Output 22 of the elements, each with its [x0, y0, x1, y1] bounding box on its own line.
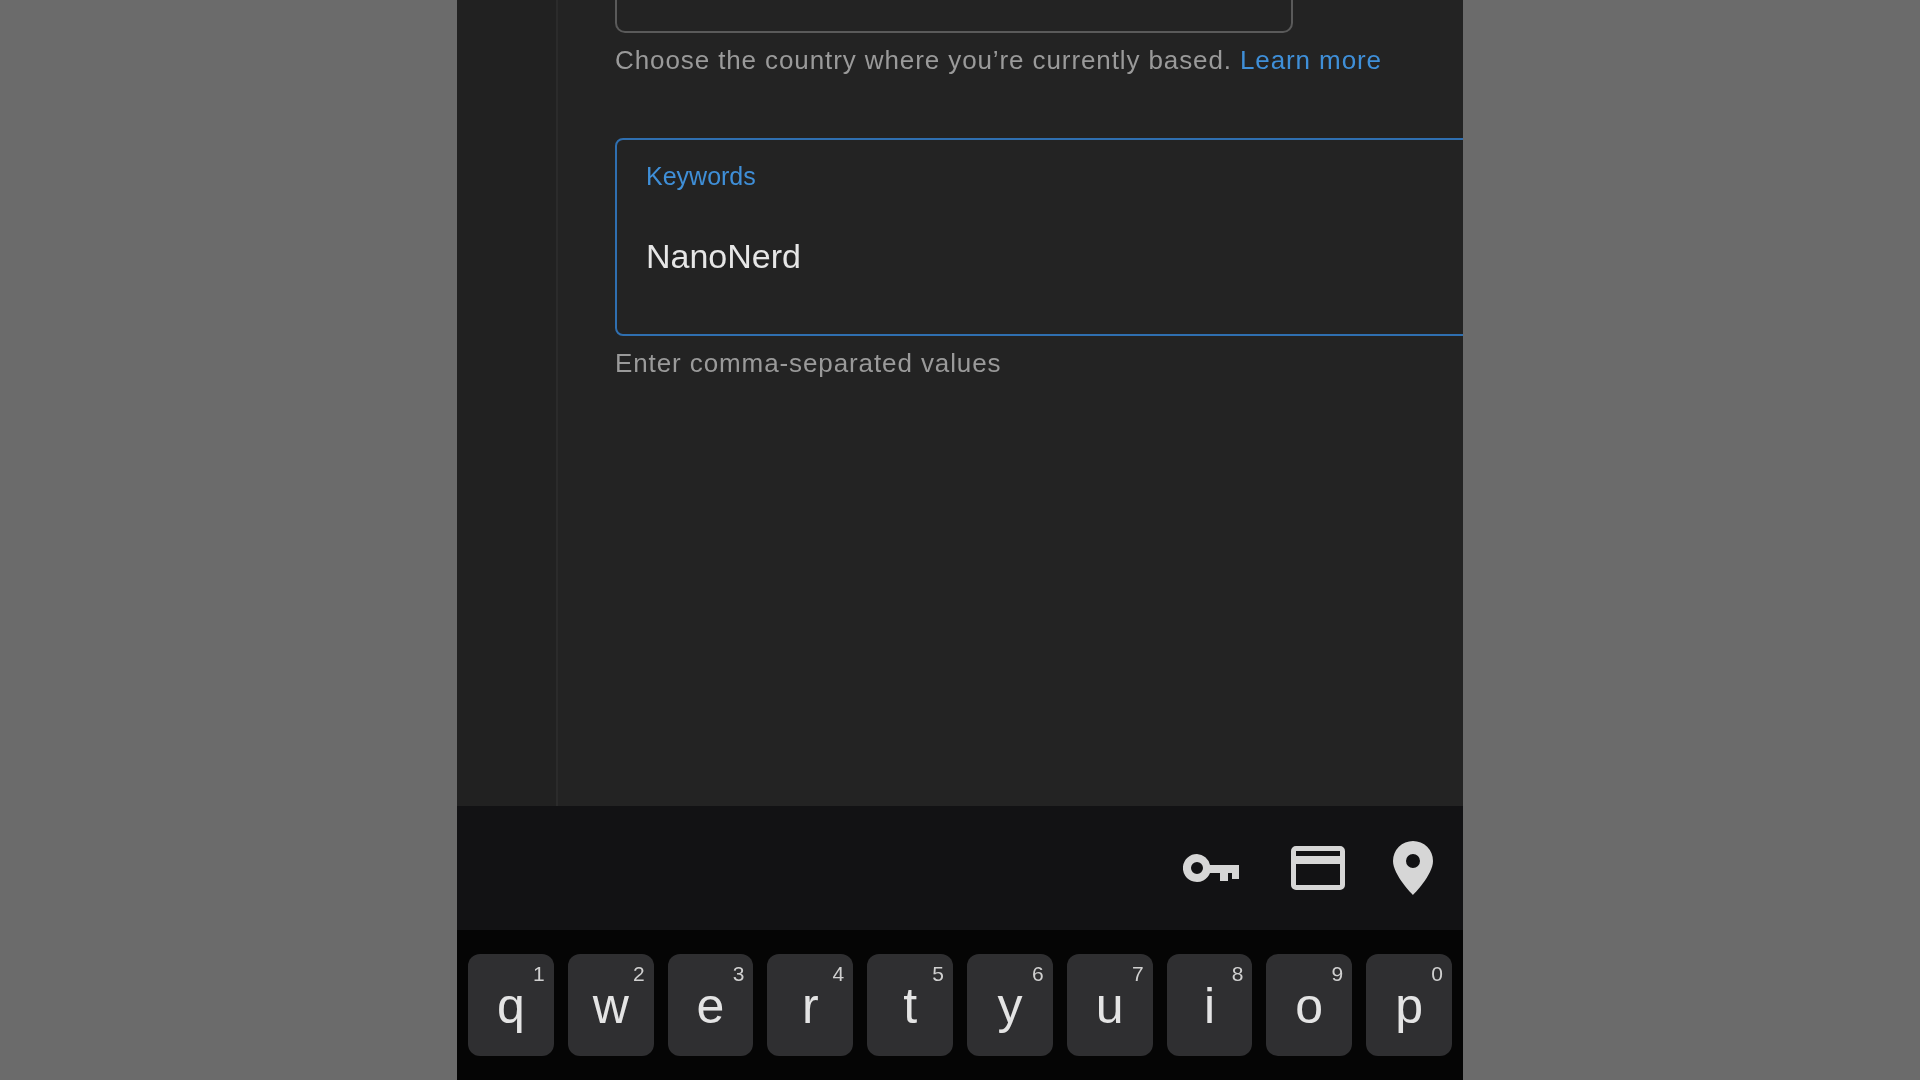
- key-hint: 3: [732, 962, 745, 986]
- helper-text: Enter comma-separated values: [615, 348, 1003, 379]
- credit-card-icon[interactable]: [1291, 846, 1345, 890]
- keywords-field[interactable]: Keywords NanoNerd: [615, 138, 1463, 336]
- helper-text: Choose the country where you’re currently based. Learn more: [615, 45, 1383, 76]
- keyboard-key[interactable]: i 8: [1166, 954, 1253, 1056]
- key-hint: 2: [632, 962, 645, 986]
- key-hint: 7: [1131, 962, 1144, 986]
- input-field[interactable]: [615, 0, 1293, 33]
- key-hint: 4: [832, 962, 845, 986]
- key-hint: 5: [932, 962, 944, 986]
- location-pin-icon[interactable]: [1393, 841, 1433, 895]
- field-label: Keywords: [646, 162, 756, 191]
- key-hint: 9: [1331, 962, 1344, 986]
- key-hint: 6: [1032, 962, 1044, 986]
- keyboard-key[interactable]: r 4: [767, 954, 854, 1056]
- keyword-input[interactable]: NanoNerd: [646, 237, 1046, 276]
- key-hint: 0: [1431, 962, 1443, 986]
- key-hint: 8: [1231, 962, 1244, 986]
- learn-more-link[interactable]: Learn more: [1239, 45, 1382, 75]
- key-hint: 1: [533, 962, 545, 986]
- keyboard-key[interactable]: t 5: [867, 954, 953, 1056]
